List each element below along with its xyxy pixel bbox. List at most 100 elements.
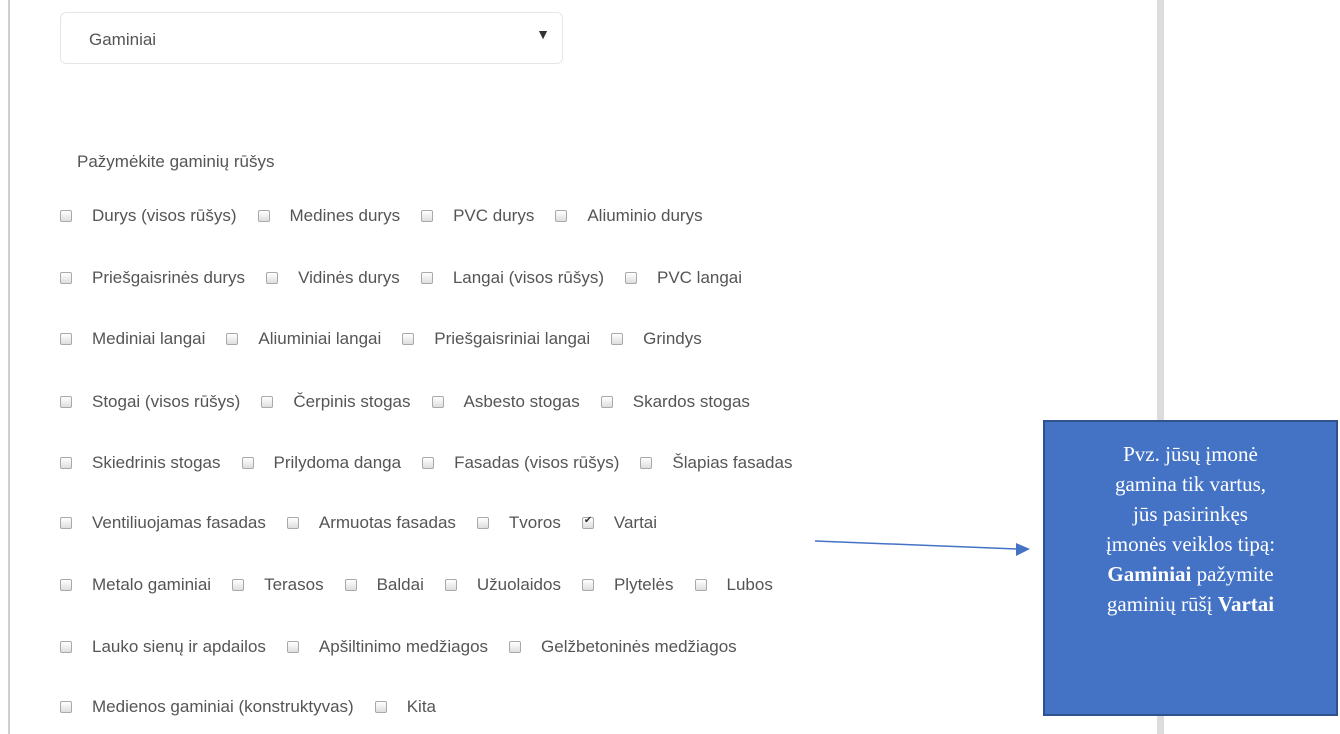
product-type-option[interactable]: Medines durys (257, 206, 400, 226)
product-type-option[interactable]: Vidinės durys (266, 268, 400, 288)
product-type-option[interactable]: PVC langai (624, 268, 742, 288)
option-label: Vartai (613, 513, 658, 532)
option-label: Aliuminiai langai (258, 329, 382, 348)
checkbox[interactable] (600, 396, 613, 408)
checkbox[interactable] (60, 457, 72, 469)
product-type-option[interactable]: Fasadas (visos rūšys) (422, 453, 619, 473)
left-border (8, 0, 10, 734)
product-type-option[interactable]: Stogai (visos rūšys) (60, 392, 240, 412)
checkbox[interactable] (60, 701, 72, 713)
checkbox[interactable] (431, 396, 444, 408)
product-type-option[interactable]: Užuolaidos (444, 575, 561, 595)
option-label: Fasadas (visos rūšys) (454, 453, 620, 472)
option-label: Lubos (726, 575, 773, 594)
callout-line: jūs pasirinkęs (1133, 502, 1248, 526)
product-type-option[interactable]: Langai (visos rūšys) (420, 268, 604, 288)
callout-line: gaminių rūšį Vartai (1045, 589, 1336, 619)
checkbox[interactable] (422, 457, 435, 469)
product-type-option[interactable]: Prilydoma danga (241, 453, 401, 473)
activity-type-select[interactable]: Gaminiai ▼ (60, 12, 563, 64)
callout-text: gaminių rūšį (1106, 592, 1218, 616)
option-label: Langai (visos rūšys) (452, 268, 604, 287)
checkbox[interactable] (611, 333, 624, 345)
product-type-option[interactable]: Skardos stogas (600, 392, 750, 412)
product-type-option[interactable]: Medienos gaminiai (konstruktyvas) (60, 697, 354, 717)
product-type-option[interactable]: Apšiltinimo medžiagos (286, 637, 488, 657)
product-type-option[interactable]: Plytelės (581, 575, 674, 595)
checkbox[interactable] (555, 210, 568, 222)
checkbox[interactable] (257, 210, 270, 222)
checkbox[interactable] (60, 396, 72, 408)
checkbox[interactable] (444, 579, 457, 591)
product-type-option[interactable]: Metalo gaminiai (60, 575, 211, 595)
checkbox[interactable] (266, 272, 279, 284)
checkbox[interactable] (640, 457, 653, 469)
checkbox[interactable] (60, 641, 72, 653)
product-type-option[interactable]: Aliuminiai langai (226, 329, 381, 349)
option-label: Mediniai langai (92, 329, 206, 348)
checkbox[interactable] (60, 210, 72, 222)
checkbox-checked[interactable] (581, 515, 594, 529)
checkbox[interactable] (60, 272, 72, 284)
product-type-option[interactable]: Priešgaisrinės durys (60, 268, 245, 288)
callout-bold-vartai: Vartai (1217, 592, 1275, 616)
product-type-option[interactable]: Armuotas fasadas (286, 513, 456, 533)
product-types-label: Pažymėkite gaminių rūšys (77, 152, 275, 171)
checkbox[interactable] (624, 272, 637, 284)
checkbox[interactable] (60, 517, 72, 529)
product-type-option[interactable]: Durys (visos rūšys) (60, 206, 237, 226)
product-type-option[interactable]: Ventiliuojamas fasadas (60, 513, 266, 533)
option-label: Čerpinis stogas (293, 392, 411, 411)
product-type-option[interactable]: Gelžbetoninės medžiagos (509, 637, 737, 657)
callout-line: gamina tik vartus, (1114, 472, 1267, 496)
option-label: PVC durys (453, 206, 535, 225)
checkbox[interactable] (581, 579, 594, 591)
checkbox[interactable] (286, 641, 299, 653)
checkbox[interactable] (344, 579, 357, 591)
checkbox[interactable] (421, 210, 434, 222)
product-type-option[interactable]: Asbesto stogas (431, 392, 580, 412)
product-type-option[interactable]: Tvoros (476, 513, 561, 533)
checkbox[interactable] (261, 396, 274, 408)
product-type-option[interactable]: Lubos (694, 575, 773, 595)
checkbox[interactable] (509, 641, 522, 653)
option-label: Lauko sienų ir apdailos (92, 637, 266, 656)
checkbox[interactable] (402, 333, 415, 345)
product-type-option[interactable]: Aliuminio durys (555, 206, 703, 226)
product-type-option[interactable]: Kita (374, 697, 436, 717)
product-type-option[interactable]: Mediniai langai (60, 329, 205, 349)
instruction-callout: Pvz. jūsų įmonė gamina tik vartus, jūs p… (1043, 420, 1338, 716)
options-row: Priešgaisrinės durys Vidinės durys Langai … (60, 265, 763, 291)
options-row: Skiedrinis stogas Prilydoma danga Fasadas … (60, 450, 813, 476)
checkbox[interactable] (286, 517, 299, 529)
checkbox[interactable] (241, 457, 254, 469)
product-type-option[interactable]: Vartai (581, 513, 658, 533)
checkbox[interactable] (476, 517, 489, 529)
checkbox[interactable] (374, 701, 387, 713)
checkbox[interactable] (226, 333, 239, 345)
checkbox[interactable] (232, 579, 245, 591)
options-row: Stogai (visos rūšys) Čerpinis stogas Asbes… (60, 389, 771, 415)
option-label: Grindys (643, 329, 702, 348)
product-type-option[interactable]: Čerpinis stogas (261, 392, 411, 412)
product-type-option[interactable]: Grindys (611, 329, 702, 349)
product-type-option[interactable]: PVC durys (421, 206, 534, 226)
option-label: Aliuminio durys (587, 206, 703, 225)
checkbox[interactable] (420, 272, 433, 284)
chevron-down-icon: ▼ (536, 26, 550, 42)
product-type-option[interactable]: Lauko sienų ir apdailos (60, 637, 266, 657)
select-value: Gaminiai (89, 30, 157, 49)
checkbox[interactable] (60, 333, 72, 345)
option-label: Užuolaidos (476, 575, 561, 594)
callout-line: Pvz. jūsų įmonė (1123, 442, 1258, 466)
option-label: Šlapias fasadas (672, 453, 793, 472)
option-label: Priešgaisriniai langai (434, 329, 591, 348)
checkbox[interactable] (60, 579, 72, 591)
product-type-option[interactable]: Baldai (344, 575, 424, 595)
product-type-option[interactable]: Priešgaisriniai langai (402, 329, 590, 349)
product-type-option[interactable]: Skiedrinis stogas (60, 453, 221, 473)
product-type-option[interactable]: Šlapias fasadas (640, 453, 792, 473)
option-label: Stogai (visos rūšys) (92, 392, 241, 411)
checkbox[interactable] (694, 579, 707, 591)
product-type-option[interactable]: Terasos (232, 575, 324, 595)
